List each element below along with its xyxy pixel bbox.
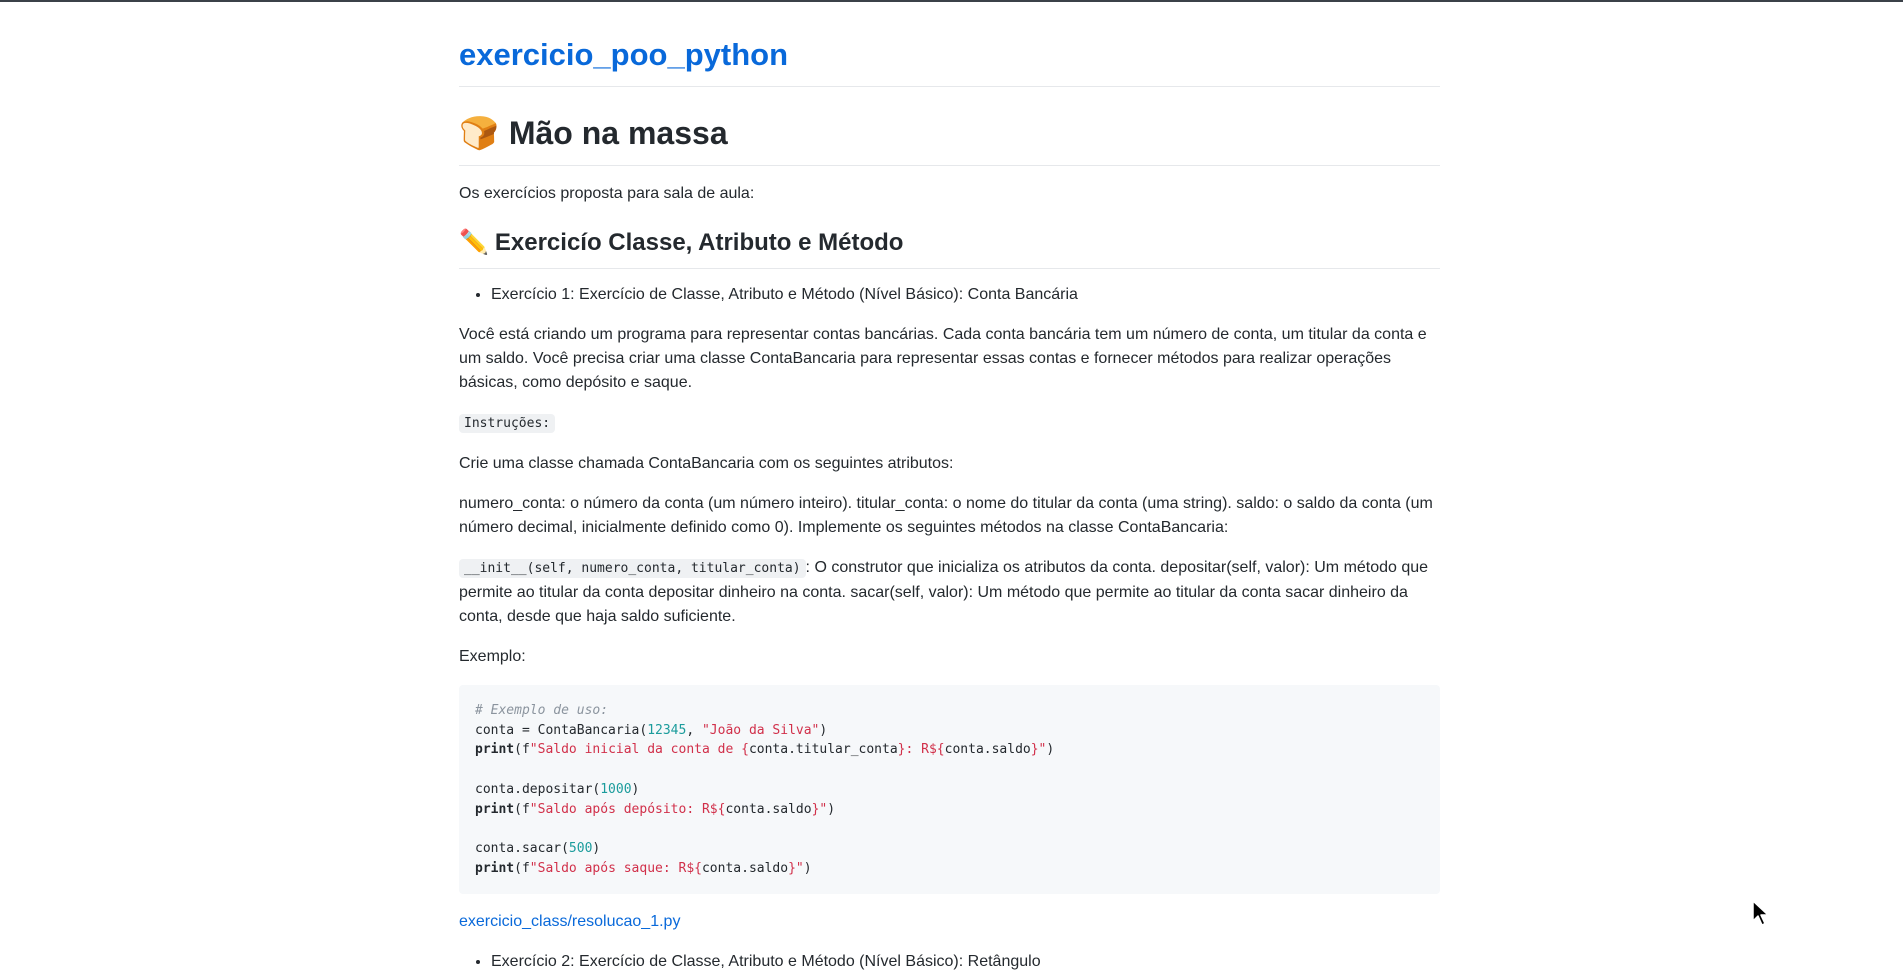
code-token: conta.saldo: [701, 860, 789, 876]
exercise-description: Você está criando um programa para repre…: [459, 326, 1427, 391]
pencil-icon: ✏️: [459, 229, 489, 256]
list-item: Exercício 2: Exercício de Classe, Atribu…: [491, 950, 1440, 974]
code-token: conta.saldo: [944, 742, 1031, 758]
markdown-body: exercicio_poo_python 🍞 Mão na massa Os ex…: [459, 2, 1440, 974]
code-string: }": [811, 801, 828, 817]
code-token: ,: [686, 722, 702, 738]
code-block: # Exemplo de uso: conta = ContaBancaria(…: [459, 685, 1440, 895]
code-string: }": [788, 860, 804, 876]
solution-file-link[interactable]: exercicio_class/resolucao_1.py: [459, 913, 680, 930]
code-string: "Saldo após depósito: R${: [529, 801, 726, 817]
code-token: (f: [514, 742, 530, 758]
code-token: conta.saldo: [725, 801, 812, 817]
subsection-heading-text: Exercicío Classe, Atributo e Método: [494, 229, 904, 256]
code-token: ): [1046, 742, 1055, 758]
code-string: "Saldo após saque: R${: [529, 860, 702, 876]
solution-paragraph: exercicio_class/resolucao_1.py: [459, 910, 1440, 934]
exercise-list: Exercício 1: Exercício de Classe, Atribu…: [459, 283, 1440, 307]
code-token: conta.sacar(: [475, 840, 569, 856]
list-item: Exercício 1: Exercício de Classe, Atribu…: [491, 283, 1440, 307]
constructor-signature: __init__(self, numero_conta, titular_con…: [459, 559, 806, 578]
code-token: (f: [514, 860, 530, 876]
exercise-list-2: Exercício 2: Exercício de Classe, Atribu…: [459, 950, 1440, 974]
site-title-link[interactable]: exercicio_poo_python: [459, 36, 1440, 87]
code-string: "Saldo inicial da conta de {: [529, 742, 749, 758]
instructions-paragraph: Instruções:: [459, 411, 1440, 436]
intro-text: Os exercícios proposta para sala de aula…: [459, 185, 755, 202]
code-token: conta.titular_conta: [748, 742, 898, 758]
attributes-text: numero_conta: o número da conta (um núme…: [459, 495, 1433, 536]
instructions-label: Instruções:: [459, 414, 556, 433]
code-token: ): [827, 801, 836, 817]
subsection-heading: ✏️ Exercicío Classe, Atributo e Método: [459, 226, 1440, 269]
code-number: 1000: [600, 781, 632, 797]
code-token: (f: [514, 801, 530, 817]
code-keyword: print: [475, 801, 515, 817]
code-keyword: print: [475, 860, 515, 876]
code-token: ): [819, 722, 828, 738]
code-token: conta.depositar(: [475, 781, 601, 797]
code-string: }": [1030, 742, 1047, 758]
code-number: 12345: [647, 722, 687, 738]
mouse-pointer-icon: [1752, 900, 1769, 926]
methods-paragraph: __init__(self, numero_conta, titular_con…: [459, 556, 1440, 629]
code-keyword: print: [475, 742, 515, 758]
code-string: "João da Silva": [701, 722, 820, 738]
code-token: conta = ContaBancaria(: [475, 722, 648, 738]
code-comment: # Exemplo de uso:: [475, 703, 609, 718]
code-number: 500: [568, 840, 593, 856]
code-token: ): [803, 860, 812, 876]
create-class-text: Crie uma classe chamada ContaBancaria co…: [459, 455, 954, 472]
code-token: ): [592, 840, 601, 856]
section-heading: 🍞 Mão na massa: [459, 111, 1440, 166]
example-label: Exemplo:: [459, 648, 526, 665]
section-heading-text: Mão na massa: [508, 115, 728, 151]
code-string: }: R${: [897, 742, 945, 758]
code-token: ): [631, 781, 640, 797]
bread-icon: 🍞: [459, 115, 499, 151]
